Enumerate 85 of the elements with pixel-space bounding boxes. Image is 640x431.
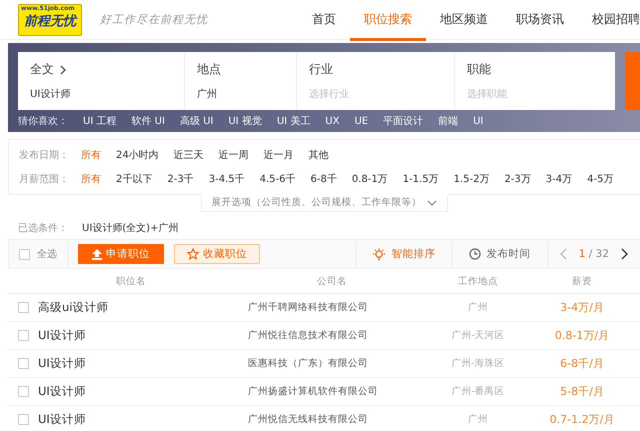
keyword-link[interactable]: 平面设计 (383, 114, 424, 128)
nav-tab[interactable]: 地区频道 (426, 0, 502, 40)
location-cell-text: 广州 (467, 301, 489, 314)
location-cell-text: 广州 (467, 413, 489, 426)
checkbox[interactable] (18, 414, 29, 425)
column-header: 职位名 (115, 274, 147, 288)
salary-cell-text: 5-8千/月 (559, 384, 605, 399)
job-title-link[interactable]: UI设计师 (38, 412, 244, 427)
conditions-label: 已选条件： (18, 222, 69, 235)
filter-option[interactable]: 其他 (308, 148, 329, 162)
filter-option[interactable]: 6-8千 (310, 172, 337, 186)
field-label: 职能 (467, 61, 491, 78)
salary-cell-text: 6-8千/月 (559, 356, 605, 371)
filter-option[interactable]: 近三天 (174, 148, 204, 162)
company-link[interactable]: 广州悦信无线科技有限公司 (248, 413, 416, 426)
sort-option[interactable]: 发布时间 (452, 240, 547, 268)
filter-option[interactable]: 2千以下 (116, 172, 152, 186)
company-link[interactable]: 医惠科技（广东）有限公司 (248, 357, 416, 370)
checkbox[interactable] (18, 330, 29, 341)
keyword-link[interactable]: UE (354, 116, 368, 126)
salary-cell-text: 0.8-1万/月 (554, 328, 610, 343)
location-cell-text: 广州-海珠区 (450, 357, 506, 370)
nav-tab[interactable]: 首页 (298, 0, 350, 40)
job-title-link[interactable]: UI设计师 (38, 356, 244, 371)
nav-tab[interactable]: 职场资讯 (502, 0, 578, 40)
job-title-link[interactable]: 高级ui设计师 (38, 300, 244, 315)
page-total: / 32 (588, 248, 609, 260)
filter-option[interactable]: 3-4.5千 (208, 172, 245, 186)
recommend-label: 猜你喜欢： (18, 114, 68, 128)
checkbox[interactable] (18, 358, 29, 369)
filter-option[interactable]: 4-5万 (587, 172, 614, 186)
chevron-right-icon[interactable] (621, 248, 628, 260)
column-header: 公司名 (316, 274, 348, 288)
keyword-link[interactable]: UI 视觉 (228, 114, 262, 128)
upload-icon (92, 248, 102, 260)
filter-option[interactable]: 1-1.5万 (402, 172, 439, 186)
company-link[interactable]: 广州悦往信息技术有限公司 (248, 329, 416, 342)
lightbulb-icon (372, 248, 386, 260)
select-all-label: 全选 (37, 248, 57, 261)
slogan: 好工作尽在前程无忧 (100, 12, 208, 27)
chevron-down-icon (426, 200, 436, 206)
salary-cell-text: 0.7-1.2万/月 (548, 412, 616, 427)
filter-option[interactable]: 近一周 (218, 148, 249, 162)
salary-cell-text: 3-4万/月 (559, 300, 605, 315)
filter-option[interactable]: 0.8-1万 (352, 172, 388, 186)
job-title-link[interactable]: UI设计师 (38, 384, 244, 399)
filter-option[interactable]: 24小时内 (116, 148, 159, 162)
clock-icon (468, 248, 481, 260)
checkbox[interactable] (19, 248, 30, 260)
checkbox[interactable] (18, 386, 29, 397)
filter-option[interactable]: 2-3千 (167, 172, 194, 186)
job-title-link[interactable]: UI设计师 (38, 328, 244, 343)
chevron-left-icon[interactable] (560, 248, 567, 260)
keyword-link[interactable]: UX (325, 116, 340, 126)
column-header: 薪资 (571, 274, 593, 288)
input-field[interactable]: UI设计师 (30, 87, 172, 101)
keyword-link[interactable]: UI 工程 (83, 114, 116, 128)
location-cell-text: 广州-天河区 (450, 329, 506, 342)
filter-option[interactable]: 3-4万 (546, 172, 572, 186)
company-link[interactable]: 广州扬盛计算机软件有限公司 (248, 385, 416, 398)
star-icon (187, 248, 199, 260)
keyword-link[interactable]: UI 美工 (276, 114, 310, 128)
conditions-value: UI设计师(全文)+广州 (82, 222, 178, 235)
checkbox[interactable] (18, 302, 29, 313)
filter-option[interactable]: 1.5-2万 (454, 172, 490, 186)
keyword-link[interactable]: 高级 UI (180, 114, 214, 128)
filter-label: 发布日期： (19, 148, 70, 162)
field-label: 地点 (197, 61, 221, 78)
keyword-link[interactable]: 前端 (438, 114, 458, 128)
keyword-link[interactable]: UI (473, 116, 484, 126)
page-number: 1 (578, 248, 586, 260)
field-label: 全文 (30, 61, 54, 78)
filter-option[interactable]: 4.5-6千 (260, 172, 296, 186)
column-header: 工作地点 (457, 274, 499, 288)
expand-options-button[interactable]: 展开选项（公司性质、公司规模、工作年限等） (200, 194, 448, 212)
search-button[interactable] (625, 52, 640, 110)
input-field[interactable]: 广州 (197, 87, 284, 101)
company-link[interactable]: 广州千聘网络科技有限公司 (248, 301, 416, 314)
nav-tab[interactable]: 校园招聘 (578, 0, 640, 40)
filter-option[interactable]: 2-3万 (504, 172, 531, 186)
filter-label: 月薪范围： (19, 172, 70, 186)
location-cell-text: 广州-番禺区 (450, 385, 506, 398)
filter-option[interactable]: 近一月 (264, 148, 294, 162)
keyword-link[interactable]: 软件 UI (131, 114, 165, 128)
field-label: 行业 (309, 61, 333, 78)
